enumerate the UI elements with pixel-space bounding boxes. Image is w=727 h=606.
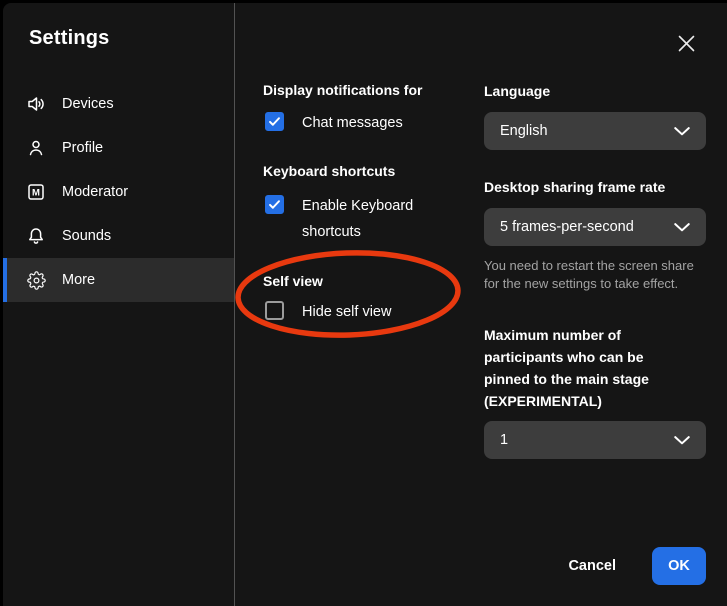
frame-rate-select[interactable]: 5 frames-per-second xyxy=(484,208,706,246)
hide-self-view-option: Hide self view xyxy=(265,299,473,325)
sidebar-divider xyxy=(234,3,235,606)
sidebar-item-sounds[interactable]: Sounds xyxy=(3,214,234,258)
sidebar-item-devices[interactable]: Devices xyxy=(3,82,234,126)
sidebar-item-label: Devices xyxy=(62,96,114,112)
sidebar-item-label: Sounds xyxy=(62,228,111,244)
bell-icon xyxy=(26,226,46,246)
chat-messages-option: Chat messages xyxy=(265,110,473,136)
chevron-down-icon xyxy=(674,436,690,445)
dialog-title: Settings xyxy=(29,27,110,50)
chevron-down-icon xyxy=(674,127,690,136)
check-icon xyxy=(268,198,281,211)
chat-messages-label: Chat messages xyxy=(302,110,403,136)
close-button[interactable] xyxy=(674,31,698,55)
sidebar-nav: Devices Profile M Moderator Sounds xyxy=(3,82,234,302)
language-heading: Language xyxy=(484,83,706,99)
hide-self-view-checkbox[interactable] xyxy=(265,301,284,320)
check-icon xyxy=(268,115,281,128)
enable-keyboard-shortcuts-label: Enable Keyboard shortcuts xyxy=(302,193,442,245)
enable-keyboard-shortcuts-checkbox[interactable] xyxy=(265,195,284,214)
keyboard-shortcuts-heading: Keyboard shortcuts xyxy=(263,163,473,179)
moderator-icon: M xyxy=(26,182,46,202)
sidebar-item-label: Moderator xyxy=(62,184,128,200)
sidebar-item-label: Profile xyxy=(62,140,103,156)
hide-self-view-label: Hide self view xyxy=(302,299,391,325)
sidebar-item-moderator[interactable]: M Moderator xyxy=(3,170,234,214)
max-pinned-value: 1 xyxy=(500,432,674,448)
frame-rate-heading: Desktop sharing frame rate xyxy=(484,179,706,195)
self-view-heading: Self view xyxy=(263,273,473,289)
max-pinned-select[interactable]: 1 xyxy=(484,421,706,459)
notifications-heading: Display notifications for xyxy=(263,82,473,98)
person-icon xyxy=(26,138,46,158)
dialog-footer: Cancel OK xyxy=(568,547,706,585)
language-select[interactable]: English xyxy=(484,112,706,150)
frame-rate-value: 5 frames-per-second xyxy=(500,219,674,235)
cancel-button[interactable]: Cancel xyxy=(568,558,616,574)
close-icon xyxy=(678,35,695,52)
language-value: English xyxy=(500,123,674,139)
enable-keyboard-shortcuts-option: Enable Keyboard shortcuts xyxy=(265,193,473,245)
frame-rate-note: You need to restart the screen share for… xyxy=(484,257,709,293)
chat-messages-checkbox[interactable] xyxy=(265,112,284,131)
sidebar-item-more[interactable]: More xyxy=(3,258,234,302)
speaker-icon xyxy=(26,94,46,114)
svg-text:M: M xyxy=(32,188,40,199)
ok-button[interactable]: OK xyxy=(652,547,706,585)
more-tab-options: Display notifications for Chat messages … xyxy=(263,3,473,325)
more-tab-dropdown-settings: Language English Desktop sharing frame r… xyxy=(484,3,706,459)
max-pinned-heading: Maximum number of participants who can b… xyxy=(484,324,684,412)
gear-icon xyxy=(26,270,46,290)
chevron-down-icon xyxy=(674,223,690,232)
sidebar-item-profile[interactable]: Profile xyxy=(3,126,234,170)
settings-dialog: Settings Devices Profile M Moderator xyxy=(3,3,727,606)
settings-sidebar: Settings Devices Profile M Moderator xyxy=(3,3,234,606)
sidebar-item-label: More xyxy=(62,272,95,288)
